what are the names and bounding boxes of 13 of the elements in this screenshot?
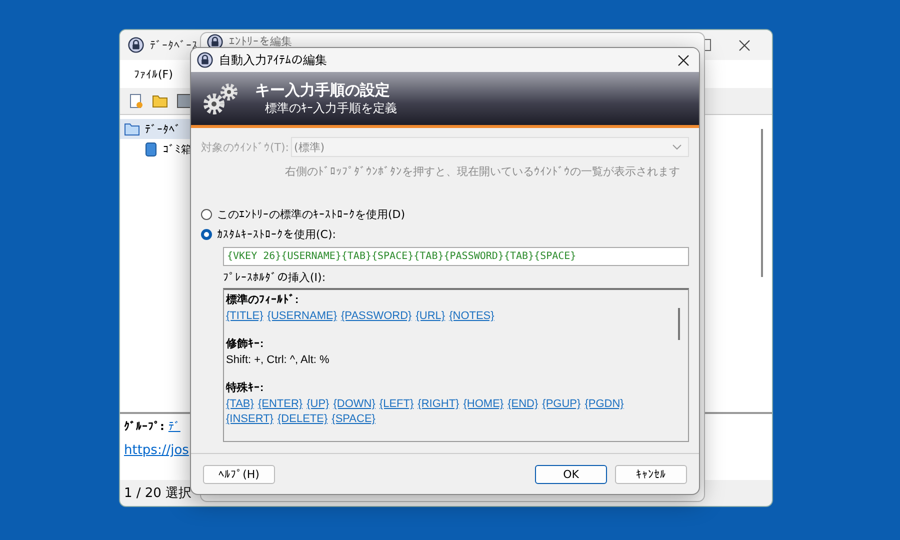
target-window-label: 対象のｳｲﾝﾄﾞｳ(T): — [201, 140, 290, 154]
placeholders-label: ﾌﾟﾚｰｽﾎﾙﾀﾞの挿入(I): — [223, 270, 327, 285]
status-text: 1 / 20 選択 — [124, 485, 192, 502]
group-label: ｸﾞﾙｰﾌﾟ: — [124, 420, 164, 433]
hint-text: 右側のﾄﾞﾛｯﾌﾟﾀﾞｳﾝﾎﾞﾀﾝを押すと、現在開いているｳｲﾝﾄﾞｳの一覧が表示されます — [284, 164, 681, 179]
banner-title: キー入力手順の設定 — [255, 80, 391, 100]
section-heading: 修飾ｷｰ: — [226, 337, 265, 351]
dialog-title: 自動入力ｱｲﾃﾑの編集 — [219, 52, 327, 68]
window-title: ｴﾝﾄﾘｰを編集 — [229, 34, 292, 49]
section-heading: 標準のﾌｨｰﾙﾄﾞ: — [226, 292, 300, 307]
modifier-keys-text: Shift: +, Ctrl: ^, Alt: % — [226, 354, 330, 366]
section-heading: 特殊ｷｰ: — [226, 380, 265, 395]
banner-subtitle: 標準のｷｰ入力手順を定義 — [264, 100, 397, 116]
